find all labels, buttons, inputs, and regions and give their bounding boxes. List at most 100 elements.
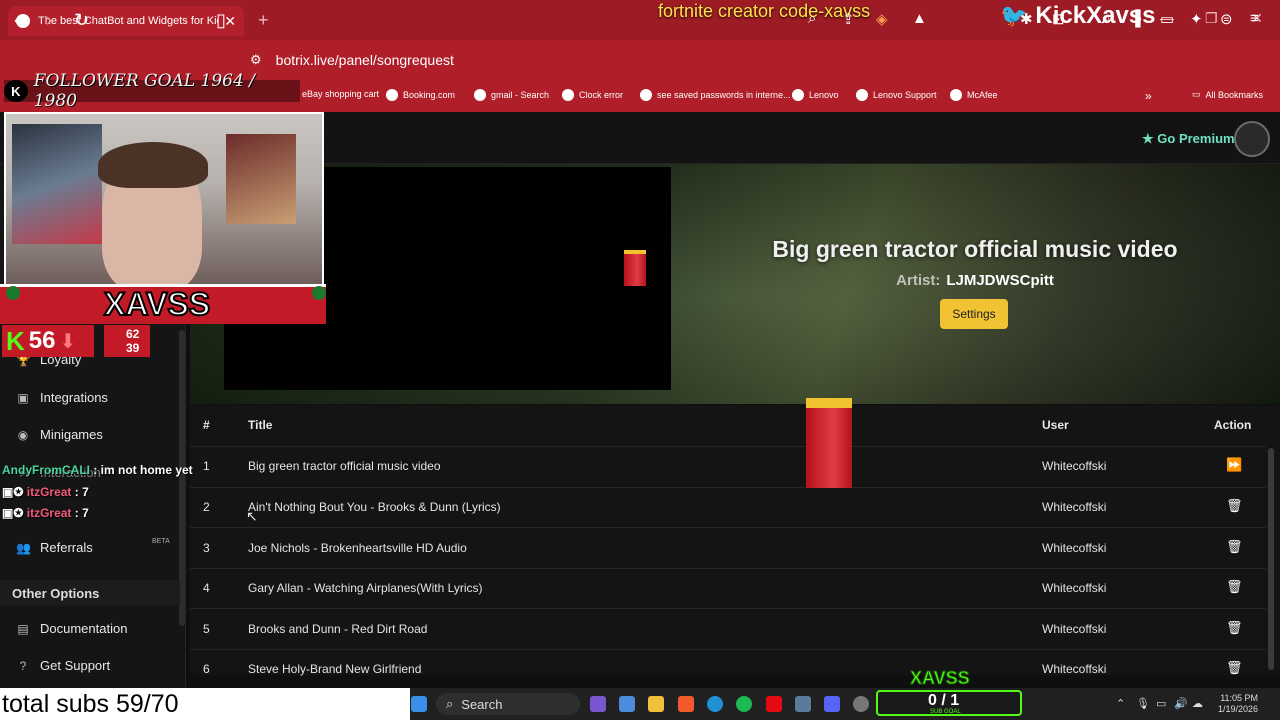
- bookmark-item[interactable]: gmail - Search: [474, 89, 549, 101]
- trash-icon[interactable]: 🗑: [1226, 539, 1243, 555]
- app-icon[interactable]: [795, 696, 811, 712]
- zoom-icon[interactable]: ⌕: [808, 10, 816, 27]
- gamepad-icon: ◉: [17, 427, 29, 442]
- spotify-icon[interactable]: [736, 696, 752, 712]
- cloud-icon[interactable]: ☁: [1192, 697, 1203, 710]
- windows-start-icon[interactable]: [411, 696, 427, 712]
- back-icon[interactable]: ‹: [14, 10, 20, 31]
- sidebar-toggle-icon[interactable]: ▐: [1130, 10, 1141, 27]
- bookmark-item[interactable]: Lenovo: [792, 89, 839, 101]
- bookmark-icon[interactable]: ▯: [216, 10, 226, 31]
- taskbar-search[interactable]: ⌕ Search: [436, 693, 580, 715]
- bookmark-item[interactable]: McAfee: [950, 89, 998, 101]
- streamer-name: XAVSS: [103, 285, 211, 323]
- extensions-icon[interactable]: ✱: [1020, 10, 1033, 28]
- row-num: 6: [203, 662, 210, 676]
- row-title: Big green tractor official music video: [248, 459, 441, 473]
- col-header-title: Title: [248, 418, 273, 432]
- beta-badge: BETA: [152, 538, 170, 545]
- table-scrollbar[interactable]: [1268, 448, 1274, 670]
- file-explorer-icon[interactable]: [648, 696, 664, 712]
- user-avatar[interactable]: [1234, 121, 1270, 157]
- edge-icon[interactable]: [707, 696, 723, 712]
- row-num: 1: [203, 459, 210, 473]
- monitor-icon: ▣: [17, 390, 29, 405]
- row-user: Whitecoffski: [1042, 541, 1107, 555]
- chat-message: ▣✪ itzGreat : 7: [2, 506, 89, 520]
- users-icon: 👥: [16, 540, 31, 555]
- url-text: botrix.live/panel/songrequest: [275, 52, 454, 68]
- globe-icon: [386, 89, 398, 101]
- arrow-down-icon: ⬇: [59, 330, 77, 353]
- trash-icon[interactable]: 🗑: [1226, 579, 1243, 595]
- taskbar-clock[interactable]: 11:05 PM 1/19/2026: [1218, 693, 1258, 715]
- copilot-icon[interactable]: [590, 696, 606, 712]
- leo-ai-icon[interactable]: ✦: [1190, 10, 1203, 28]
- globe-icon: [950, 89, 962, 101]
- vpn-icon[interactable]: ⊜: [1220, 10, 1233, 28]
- share-icon[interactable]: ⇪: [842, 10, 855, 28]
- bookmark-item[interactable]: eBay shopping cart: [302, 89, 379, 99]
- media-icon[interactable]: ♫: [1100, 10, 1111, 27]
- netflix-icon[interactable]: [766, 696, 782, 712]
- new-tab-icon[interactable]: +: [258, 10, 269, 31]
- skip-icon[interactable]: ⏩: [1226, 457, 1242, 473]
- trash-icon[interactable]: 🗑: [1226, 620, 1243, 636]
- bookmark-item[interactable]: Clock error: [562, 89, 623, 101]
- row-user: Whitecoffski: [1042, 500, 1107, 514]
- discord-icon[interactable]: [824, 696, 840, 712]
- mic-icon[interactable]: 🎙: [1136, 697, 1150, 710]
- document-icon: ▤: [17, 621, 29, 636]
- holly-icon: [6, 286, 20, 300]
- forward-icon[interactable]: ›: [46, 10, 52, 31]
- bookmark-item[interactable]: see saved passwords in interne...: [640, 89, 791, 101]
- trash-icon[interactable]: 🗑: [1226, 660, 1243, 676]
- settings-button[interactable]: Settings: [940, 299, 1008, 329]
- reload-icon[interactable]: ↻: [74, 10, 89, 31]
- network-icon[interactable]: ▭: [1156, 697, 1166, 710]
- store-icon[interactable]: [619, 696, 635, 712]
- all-bookmarks[interactable]: ▭ All Bookmarks: [1192, 89, 1263, 100]
- tab-close-icon[interactable]: ✕: [224, 13, 236, 30]
- trash-icon[interactable]: 🗑: [1226, 498, 1243, 514]
- screenshot-icon[interactable]: ⊡: [1052, 10, 1065, 28]
- sidebar-item-referrals[interactable]: 👥 Referrals: [16, 540, 93, 555]
- sidebar-item-integrations[interactable]: ▣ Integrations: [16, 390, 108, 405]
- brave-shield-icon[interactable]: ◈: [876, 10, 888, 28]
- search-icon: ⌕: [446, 696, 454, 711]
- brave-icon[interactable]: [678, 696, 694, 712]
- row-num: 2: [203, 500, 210, 514]
- bookmark-item[interactable]: Lenovo Support: [856, 89, 937, 101]
- menu-icon[interactable]: ≡: [1250, 10, 1259, 27]
- kick-logo-icon: K: [6, 325, 25, 356]
- sidebar-item-minigames[interactable]: ◉ Minigames: [16, 427, 103, 442]
- screen: The best ChatBot and Widgets for Kick, T…: [0, 0, 1280, 720]
- row-num: 3: [203, 541, 210, 555]
- kick-logo-icon: K: [4, 80, 28, 102]
- row-title: Brooks and Dunn - Red Dirt Road: [248, 622, 428, 636]
- site-info-icon[interactable]: ⚙: [250, 52, 262, 68]
- maximize-icon[interactable]: ❐: [1205, 10, 1218, 27]
- kick-viewer-count: K 56 ⬇: [2, 325, 94, 357]
- browser-tab[interactable]: The best ChatBot and Widgets for Kick, T…: [8, 6, 244, 36]
- more-bookmarks-icon[interactable]: »: [1145, 89, 1152, 103]
- now-playing-title: Big green tractor official music video: [772, 236, 1178, 262]
- overlay-figure: [806, 398, 852, 488]
- creator-code-text: fortnite creator code-xavss: [658, 1, 871, 21]
- stream-stats: 62 39: [104, 325, 150, 357]
- rewards-icon[interactable]: ▲: [912, 10, 927, 27]
- address-bar[interactable]: ⚙ botrix.live/panel/songrequest: [250, 46, 950, 74]
- overlay-figure: [624, 250, 646, 286]
- settings-app-icon[interactable]: [853, 696, 869, 712]
- volume-icon[interactable]: 🔊: [1174, 697, 1188, 710]
- mouse-cursor-icon: ↖: [246, 508, 258, 524]
- go-premium-link[interactable]: ★ Go Premium: [1142, 131, 1235, 147]
- bookmark-item[interactable]: Booking.com: [386, 89, 455, 101]
- tray-chevron-icon[interactable]: ⌃: [1116, 697, 1125, 710]
- sidebar-item-documentation[interactable]: ▤ Documentation: [16, 621, 127, 636]
- webcam-feed: [4, 112, 324, 290]
- wallet-icon[interactable]: ▭: [1160, 10, 1174, 28]
- globe-icon: [792, 89, 804, 101]
- chat-message: ▣✪ itzGreat : 7: [2, 485, 89, 499]
- sidebar-item-get-support[interactable]: ? Get Support: [16, 658, 110, 673]
